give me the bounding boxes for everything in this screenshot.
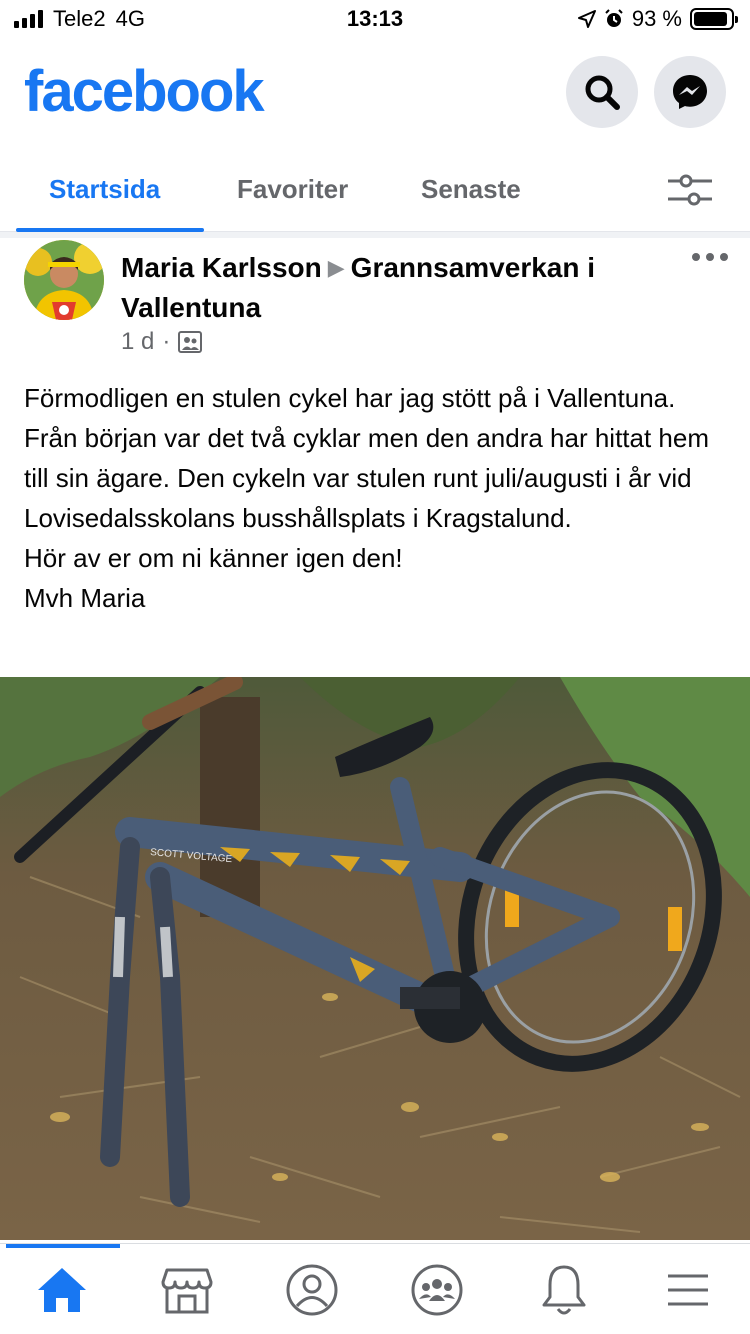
post-body: Förmodligen en stulen cykel har jag stöt… <box>24 378 734 618</box>
post-timestamp[interactable]: 1 d <box>121 328 154 356</box>
tab-favoriter[interactable]: Favoriter <box>237 174 348 205</box>
search-button[interactable] <box>566 56 638 128</box>
home-icon <box>38 1268 86 1312</box>
alarm-icon <box>605 9 623 27</box>
status-right: 93 % <box>577 6 738 32</box>
location-arrow-icon <box>577 10 596 28</box>
menu-icon <box>668 1274 708 1306</box>
search-icon <box>585 75 620 110</box>
nav-profile[interactable] <box>282 1260 342 1320</box>
active-nav-indicator <box>6 1244 120 1248</box>
nav-notifications[interactable] <box>534 1260 594 1320</box>
post-header: Maria Karlsson ▶ Grannsamverkan i Vallentu… <box>121 248 681 328</box>
app-header: facebook <box>0 40 750 152</box>
notifications-icon <box>542 1265 586 1315</box>
avatar[interactable] <box>24 240 104 320</box>
messenger-icon <box>673 75 707 109</box>
status-bar: Tele2 4G 13:13 93 % <box>0 0 750 40</box>
feed-divider <box>0 232 750 238</box>
marketplace-icon <box>161 1268 213 1314</box>
nav-marketplace[interactable] <box>157 1260 217 1320</box>
battery-percent: 93 % <box>631 6 682 31</box>
profile-icon <box>286 1264 338 1316</box>
bottom-navigation <box>0 1243 750 1334</box>
more-dot-icon <box>692 253 700 261</box>
facebook-logo[interactable]: facebook <box>24 58 265 125</box>
post-paragraph: Hör av er om ni känner igen den! <box>24 543 403 573</box>
post-options-button[interactable] <box>692 250 728 264</box>
tab-startsida[interactable]: Startsida <box>49 174 160 205</box>
nav-home[interactable] <box>32 1260 92 1320</box>
nav-menu[interactable] <box>658 1260 718 1320</box>
nav-groups[interactable] <box>407 1260 467 1320</box>
battery-icon <box>690 8 738 30</box>
post-meta: 1 d · <box>121 328 203 356</box>
messenger-button[interactable] <box>654 56 726 128</box>
shared-to-arrow-icon: ▶ <box>327 255 345 280</box>
filter-sliders-icon[interactable] <box>666 172 714 208</box>
author-name[interactable]: Maria Karlsson <box>121 252 322 283</box>
avatar-image <box>24 240 104 320</box>
post-photo[interactable]: SCOTT VOLTAGE <box>0 677 750 1240</box>
feed-tabs: Startsida Favoriter Senaste <box>0 152 750 232</box>
groups-icon <box>411 1264 463 1316</box>
group-audience-icon <box>178 331 203 353</box>
post-paragraph: Mvh Maria <box>24 583 146 613</box>
more-dot-icon <box>720 253 728 261</box>
bicycle-photo: SCOTT VOLTAGE <box>0 677 750 1240</box>
more-dot-icon <box>706 253 714 261</box>
tab-senaste[interactable]: Senaste <box>421 174 521 205</box>
meta-separator: · <box>162 328 171 355</box>
post-paragraph: Förmodligen en stulen cykel har jag stöt… <box>24 383 710 533</box>
